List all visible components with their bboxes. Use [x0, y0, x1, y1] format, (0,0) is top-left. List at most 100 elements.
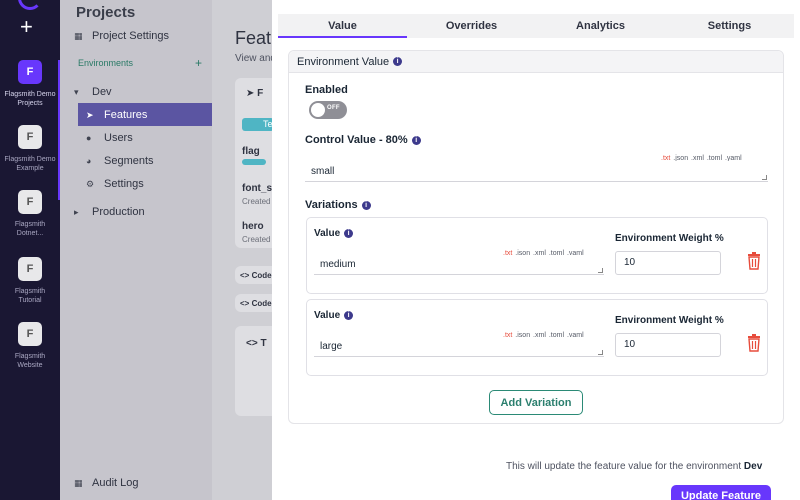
settings-grid-icon: ▦ [74, 31, 83, 41]
project-sidebar: Projects ▦ Project Settings Environments… [60, 0, 212, 500]
tab-settings[interactable]: Settings [665, 14, 794, 38]
feature-row-name: font_s [242, 183, 272, 194]
variation-row: Value i .txt .json .xml .toml .yaml larg… [306, 299, 768, 376]
variation-weight-input[interactable]: 10 [615, 333, 721, 357]
control-value-label: Control Value - 80% [305, 134, 408, 146]
code-card-label-text: T [260, 338, 267, 349]
update-note-text: This will update the feature value for t… [506, 461, 742, 472]
feature-tabs: Value Overrides Analytics Settings [278, 14, 794, 38]
variation-weight-label: Environment Weight % [615, 233, 724, 244]
code-card-label: <> T [246, 338, 267, 349]
variation-weight-label: Environment Weight % [615, 315, 724, 326]
project-title: Projects [76, 4, 136, 21]
org-avatar: F [18, 257, 42, 281]
org-name: Flagsmith Tutorial [14, 288, 46, 304]
environment-production-label: Production [92, 206, 145, 218]
edit-feature-panel: Value Overrides Analytics Settings Envir… [272, 0, 800, 500]
org-item-website[interactable]: F Flagsmith Website [0, 322, 60, 370]
control-value-input[interactable]: small [305, 161, 768, 182]
flagsmith-logo-icon [18, 0, 42, 10]
environment-dev-toggle[interactable]: ▾ Dev [74, 86, 112, 98]
control-value-heading: Control Value - 80% i [305, 134, 421, 146]
info-icon[interactable]: i [361, 200, 371, 210]
variation-value-label: Value [314, 310, 341, 321]
variation-weight-input[interactable]: 10 [615, 251, 721, 275]
org-avatar: F [18, 125, 42, 149]
gear-icon: ⚙ [86, 179, 95, 189]
feature-row-name: hero [242, 221, 264, 232]
rocket-icon: ➤ [86, 110, 94, 120]
sidebar-item-users[interactable]: ● Users [86, 132, 133, 144]
project-settings-link[interactable]: ▦ Project Settings [74, 30, 169, 42]
resize-handle-icon[interactable] [598, 268, 603, 273]
audit-log-link[interactable]: ▦ Audit Log [74, 477, 138, 489]
trash-icon[interactable] [747, 334, 761, 352]
update-note-env: Dev [743, 461, 763, 472]
sidebar-item-label: Users [104, 132, 133, 144]
org-item-demo-example[interactable]: F Flagsmith Demo Example [0, 125, 60, 173]
org-avatar: F [18, 60, 42, 84]
environment-value-title: Environment Value [297, 55, 390, 68]
variation-value-input[interactable]: medium [314, 255, 604, 275]
org-item-tutorial[interactable]: F Flagsmith Tutorial [0, 257, 60, 305]
code-label: <> Code [240, 271, 272, 280]
org-item-dotnet[interactable]: F Flagsmith Dotnet... [0, 190, 60, 238]
tab-value[interactable]: Value [278, 14, 407, 38]
code-label-text: Code [251, 271, 272, 280]
info-icon[interactable]: i [411, 135, 421, 145]
feature-row-meta: Created [242, 197, 271, 206]
enabled-label: Enabled [305, 84, 348, 96]
trash-icon[interactable] [747, 252, 761, 270]
environment-production-toggle[interactable]: ▸ Production [74, 206, 145, 218]
add-environment-button[interactable]: + [195, 56, 202, 70]
variation-value-heading: Value i [314, 228, 354, 239]
variations-heading: Variations i [305, 199, 371, 211]
info-icon[interactable]: i [344, 311, 354, 320]
org-avatar: F [18, 322, 42, 346]
sidebar-item-features[interactable]: ➤ Features [86, 109, 147, 121]
info-icon[interactable]: i [344, 229, 354, 238]
feature-row-meta: Created [242, 235, 271, 244]
variations-label: Variations [305, 199, 358, 211]
add-variation-button[interactable]: Add Variation [489, 390, 583, 415]
sidebar-item-label: Features [104, 109, 148, 121]
list-icon: ▦ [74, 478, 83, 488]
variation-value-input[interactable]: large [314, 337, 604, 357]
toggle-state-text: OFF [327, 105, 340, 111]
sidebar-item-segments[interactable]: ◕ Segments [86, 155, 154, 167]
tab-analytics[interactable]: Analytics [536, 14, 665, 38]
caret-right-icon: ▸ [74, 207, 79, 217]
environment-dev-label: Dev [92, 86, 112, 98]
org-item-demo-projects[interactable]: F Flagsmith Demo Projects [0, 60, 60, 108]
org-rail: + F Flagsmith Demo Projects F Flagsmith … [0, 0, 61, 500]
enabled-toggle[interactable]: OFF [309, 101, 347, 119]
resize-handle-icon[interactable] [762, 175, 767, 180]
tag-badge: Te [242, 118, 274, 131]
toggle-knob [311, 103, 325, 117]
feature-row-name: flag [242, 146, 260, 157]
variation-value-heading: Value i [314, 310, 354, 321]
feature-row-toggle [242, 159, 266, 165]
org-avatar: F [18, 190, 42, 214]
users-icon: ● [86, 133, 92, 143]
pie-chart-icon: ◕ [86, 156, 92, 166]
tab-overrides[interactable]: Overrides [407, 14, 536, 38]
sidebar-item-label: Segments [104, 155, 154, 167]
org-name: Flagsmith Website [14, 353, 46, 369]
environment-value-heading: Environment Value i [289, 51, 783, 73]
sidebar-item-settings[interactable]: ⚙ Settings [86, 178, 144, 190]
info-icon[interactable]: i [393, 57, 403, 66]
update-note: This will update the feature value for t… [506, 461, 762, 472]
update-feature-button[interactable]: Update Feature [671, 485, 771, 500]
project-settings-label: Project Settings [92, 30, 170, 42]
add-organisation-button[interactable]: + [20, 16, 33, 38]
org-name: Flagsmith Demo Example [4, 156, 56, 172]
rocket-icon: ➤ F [246, 88, 264, 99]
environments-heading: Environments [78, 58, 134, 68]
audit-log-label: Audit Log [92, 477, 139, 489]
resize-handle-icon[interactable] [598, 350, 603, 355]
environment-value-panel: Environment Value i Enabled OFF Control … [288, 50, 784, 424]
caret-down-icon: ▾ [74, 87, 79, 97]
variation-value-text: large [320, 341, 343, 352]
code-label: <> Code [240, 299, 272, 308]
